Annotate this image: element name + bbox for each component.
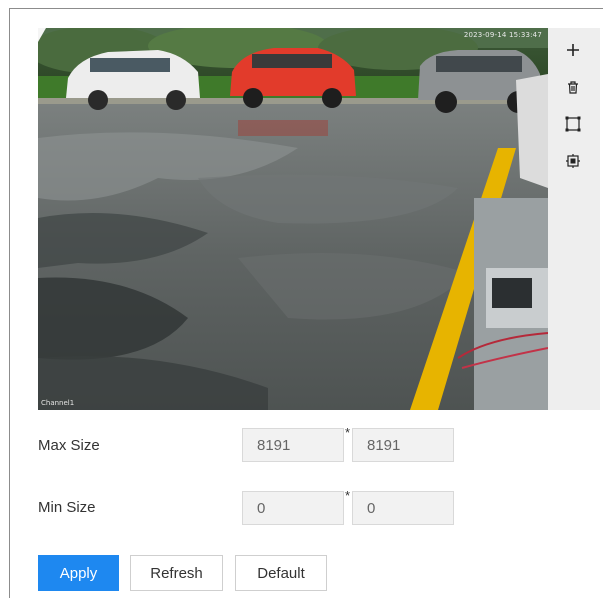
panel-border-left xyxy=(9,8,10,598)
max-size-label: Max Size xyxy=(38,437,100,454)
live-video-preview[interactable]: 2023-09-14 15:33:47 Channel1 xyxy=(38,28,548,410)
min-size-height-input[interactable] xyxy=(352,491,454,525)
min-size-width-input[interactable] xyxy=(242,491,344,525)
apply-button[interactable]: Apply xyxy=(38,555,119,591)
osd-timestamp: 2023-09-14 15:33:47 xyxy=(463,31,542,39)
add-icon[interactable] xyxy=(561,38,585,62)
draw-toolbar xyxy=(548,28,600,410)
min-size-label: Min Size xyxy=(38,499,96,516)
max-size-separator: * xyxy=(345,425,351,440)
refresh-button[interactable]: Refresh xyxy=(130,555,223,591)
default-button[interactable]: Default xyxy=(235,555,327,591)
clear-target-icon[interactable] xyxy=(561,149,585,173)
delete-icon[interactable] xyxy=(561,75,585,99)
min-size-separator: * xyxy=(345,488,351,503)
max-size-height-input[interactable] xyxy=(352,428,454,462)
parking-lot-scene xyxy=(38,28,548,410)
draw-target-icon[interactable] xyxy=(561,112,585,136)
max-size-width-input[interactable] xyxy=(242,428,344,462)
video-corner-marker xyxy=(38,28,46,42)
panel-border-top xyxy=(9,8,603,9)
osd-channel-name: Channel1 xyxy=(41,399,75,407)
